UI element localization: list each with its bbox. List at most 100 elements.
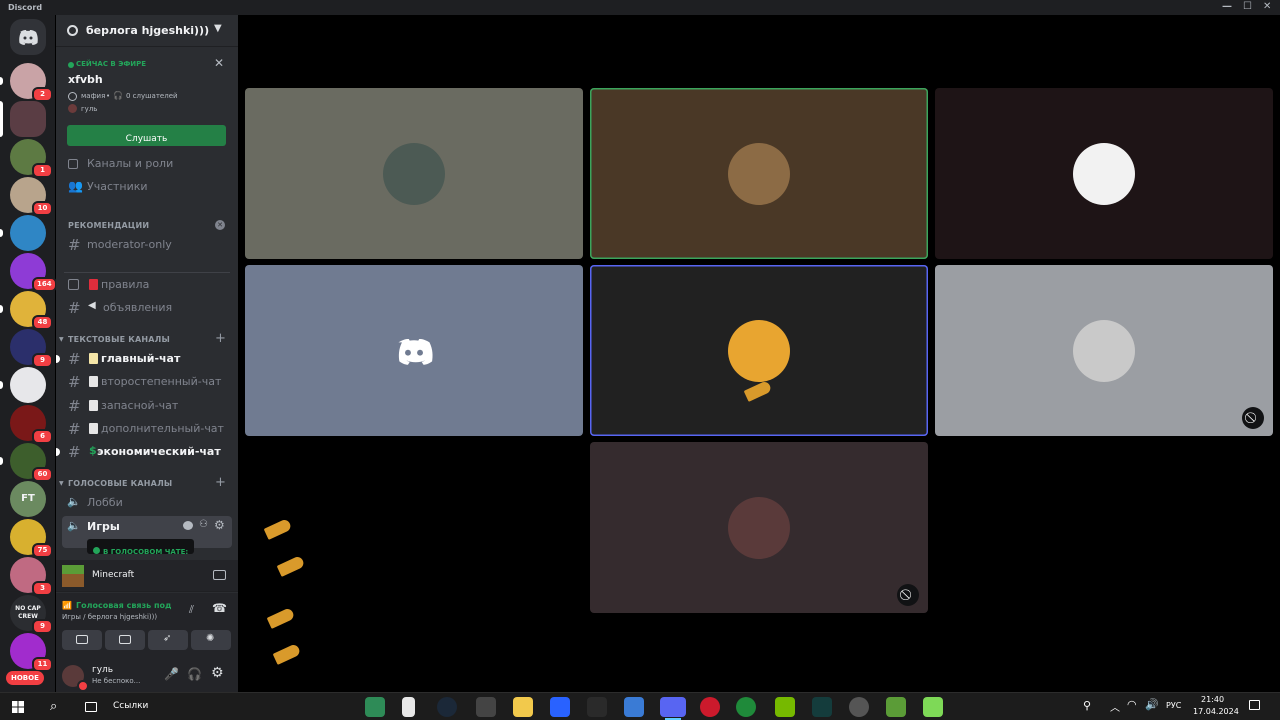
soundboard-icon: ✺ bbox=[206, 633, 215, 644]
close-icon[interactable]: ✕ bbox=[214, 56, 224, 70]
collapse-chevron-icon[interactable]: ▼ bbox=[59, 480, 64, 487]
dnd-status-icon bbox=[77, 680, 89, 692]
server-icon[interactable] bbox=[10, 215, 46, 251]
window-titlebar: Discord — ☐ ✕ bbox=[0, 0, 1280, 15]
mention-badge: 10 bbox=[32, 201, 53, 216]
username[interactable]: гуль bbox=[92, 665, 113, 675]
nav-channels-roles[interactable]: Каналы и роли bbox=[64, 155, 230, 173]
channel-name: moderator-only bbox=[87, 238, 172, 251]
wifi-icon[interactable]: ◠ bbox=[1127, 698, 1137, 711]
noise-suppression-icon[interactable]: ⫽ bbox=[189, 603, 194, 617]
participant-tile[interactable] bbox=[935, 88, 1273, 259]
channel-item[interactable]: # главный-чат bbox=[56, 350, 238, 368]
stage-icon bbox=[68, 92, 77, 101]
mic-muted-icon[interactable]: 🎤 bbox=[164, 667, 179, 681]
channel-rules[interactable]: правила bbox=[56, 276, 238, 294]
epic-games-icon[interactable] bbox=[587, 697, 607, 717]
gear-icon[interactable]: ⚙ bbox=[211, 665, 224, 681]
maximize-icon[interactable]: ☐ bbox=[1243, 1, 1252, 12]
channel-item[interactable]: # дополнительный-чат bbox=[56, 420, 238, 438]
chevron-down-icon[interactable]: ▼ bbox=[214, 23, 222, 34]
mention-badge: 48 bbox=[32, 315, 53, 330]
participant-tile[interactable] bbox=[590, 265, 928, 436]
clock-app-icon[interactable] bbox=[849, 697, 869, 717]
pen-icon[interactable] bbox=[476, 697, 496, 717]
file-icon[interactable] bbox=[402, 697, 415, 717]
participant-tile[interactable]: ⃠ bbox=[590, 442, 928, 613]
activities-button[interactable]: ➶ bbox=[148, 630, 188, 650]
rocket-icon: ➶ bbox=[163, 633, 172, 644]
chat-icon[interactable] bbox=[183, 521, 193, 530]
channel-item[interactable]: # второстепенный-чат bbox=[56, 373, 238, 391]
obs-icon[interactable] bbox=[736, 697, 756, 717]
opera-icon[interactable] bbox=[700, 697, 720, 717]
steam-icon[interactable] bbox=[437, 697, 457, 717]
listen-button[interactable]: Слушать bbox=[67, 125, 226, 146]
server-guide-icon bbox=[67, 25, 78, 36]
channel-item[interactable]: # $ экономический-чат bbox=[56, 443, 238, 461]
participant-tile[interactable] bbox=[590, 88, 928, 259]
screen-share-button[interactable] bbox=[105, 630, 145, 650]
participant-tile[interactable] bbox=[245, 88, 583, 259]
nav-members[interactable]: 👥 Участники bbox=[64, 178, 230, 196]
server-icon[interactable]: FT bbox=[10, 481, 46, 517]
disconnect-icon[interactable]: ☎ bbox=[212, 601, 227, 615]
camera-button[interactable] bbox=[62, 630, 102, 650]
collapse-chevron-icon[interactable]: ▼ bbox=[59, 336, 64, 343]
clock-date[interactable]: 17.04.2024 bbox=[1193, 707, 1239, 716]
deafened-icon: ⃠ bbox=[1242, 407, 1264, 429]
channel-moderator-only[interactable]: # moderator-only bbox=[56, 236, 238, 254]
discord-logo-icon bbox=[19, 30, 38, 45]
participant-avatar bbox=[728, 142, 790, 205]
windows-start-icon[interactable] bbox=[12, 701, 24, 713]
mention-badge: 9 bbox=[32, 353, 53, 368]
soundboard-button[interactable]: ✺ bbox=[191, 630, 231, 650]
people-icon[interactable]: ⚲ bbox=[1083, 699, 1091, 712]
participant-tile[interactable]: ⃠ bbox=[935, 265, 1273, 436]
channel-item[interactable]: # запасной-чат bbox=[56, 397, 238, 415]
participant-avatar bbox=[728, 319, 790, 382]
memo-emoji bbox=[89, 376, 98, 388]
app-icon[interactable] bbox=[365, 697, 385, 717]
notifications-icon[interactable] bbox=[1249, 700, 1260, 710]
headphones-icon[interactable]: 🎧 bbox=[187, 667, 202, 681]
volume-icon[interactable]: 🔊 bbox=[1145, 698, 1159, 711]
file-explorer-icon[interactable] bbox=[513, 697, 533, 717]
discord-home-button[interactable] bbox=[10, 19, 46, 55]
voice-location[interactable]: Игры / берлога hjgeshki))) bbox=[62, 613, 157, 621]
language-indicator[interactable]: РУС bbox=[1166, 701, 1181, 710]
minecraft-launcher-icon[interactable] bbox=[923, 697, 943, 717]
voice-channel-lobby[interactable]: 🔈 Лобби bbox=[56, 494, 238, 512]
server-icon[interactable] bbox=[10, 101, 46, 137]
nvidia-icon[interactable] bbox=[775, 697, 795, 717]
voice-status[interactable]: Голосовая связь под bbox=[76, 601, 172, 610]
add-channel-icon[interactable]: + bbox=[215, 331, 226, 346]
text-channels-header[interactable]: ТЕКСТОВЫЕ КАНАЛЫ bbox=[68, 335, 170, 344]
vpn-icon[interactable] bbox=[550, 697, 570, 717]
invite-icon[interactable]: ⚇ bbox=[199, 519, 208, 530]
taskbar-search-label[interactable]: Ссылки bbox=[113, 701, 148, 711]
dismiss-icon[interactable]: ✕ bbox=[215, 220, 225, 230]
discord-taskbar-icon[interactable] bbox=[660, 697, 686, 717]
channel-name: Игры bbox=[87, 520, 120, 533]
minimize-icon[interactable]: — bbox=[1222, 1, 1232, 12]
task-view-icon[interactable] bbox=[85, 702, 97, 712]
screen-share-icon[interactable] bbox=[213, 570, 226, 580]
search-icon[interactable]: ⌕ bbox=[50, 699, 57, 714]
minecraft-taskbar-icon[interactable] bbox=[886, 697, 906, 717]
separator: • bbox=[106, 92, 111, 100]
add-channel-icon[interactable]: + bbox=[215, 475, 226, 490]
audio-app-icon[interactable] bbox=[812, 697, 832, 717]
clock-time[interactable]: 21:40 bbox=[1201, 695, 1224, 704]
gear-icon[interactable]: ⚙ bbox=[214, 518, 225, 532]
server-icon[interactable] bbox=[10, 367, 46, 403]
channel-announcements[interactable]: # ◀ объявления bbox=[56, 299, 238, 317]
close-window-icon[interactable]: ✕ bbox=[1263, 1, 1271, 12]
server-header[interactable]: берлога hjgeshki))) ▼ bbox=[56, 15, 238, 47]
live-label: СЕЙЧАС В ЭФИРЕ bbox=[76, 60, 147, 68]
chevron-up-icon[interactable]: ︿ bbox=[1110, 699, 1120, 714]
new-badge[interactable]: НОВОЕ bbox=[6, 671, 44, 685]
voice-channels-header[interactable]: ГОЛОСОВЫЕ КАНАЛЫ bbox=[68, 479, 172, 488]
app-window-icon[interactable] bbox=[624, 697, 644, 717]
participant-tile[interactable] bbox=[245, 265, 583, 436]
